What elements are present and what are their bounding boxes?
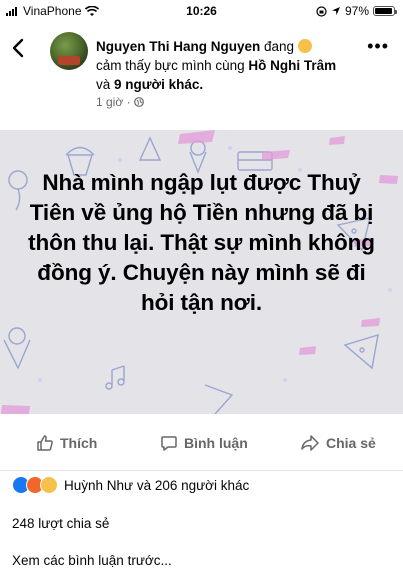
comment-icon xyxy=(161,436,177,451)
share-label: Chia sẻ xyxy=(326,435,376,451)
author-name[interactable]: Nguyen Thi Hang Nguyen xyxy=(96,39,260,54)
orientation-lock-icon xyxy=(316,5,327,17)
post-header-text: Nguyen Thi Hang Nguyen đang cảm thấy bực… xyxy=(96,37,366,94)
share-count[interactable]: 248 lượt chia sẻ xyxy=(12,516,109,531)
view-previous-comments[interactable]: Xem các bình luận trước... xyxy=(12,553,172,568)
tagged-person[interactable]: Hồ Nghi Trâm xyxy=(248,58,336,73)
status-bar: VinaPhone 10:26 97% xyxy=(0,0,403,22)
comment-label: Bình luận xyxy=(184,435,248,451)
tag-connector: và xyxy=(96,77,111,92)
post-meta: 1 giờ · xyxy=(96,95,144,109)
wow-reaction-icon xyxy=(40,476,58,494)
tagged-others[interactable]: 9 người khác. xyxy=(114,77,203,92)
feeling-text: cảm thấy bực mình cùng xyxy=(96,58,245,73)
battery-percent: 97% xyxy=(344,4,369,18)
back-chevron-icon[interactable] xyxy=(12,38,24,64)
status-right: 97% xyxy=(316,4,397,18)
like-button[interactable]: Thích xyxy=(36,434,97,452)
globe-icon xyxy=(134,97,144,107)
angry-face-icon xyxy=(297,39,312,53)
author-avatar[interactable] xyxy=(50,32,88,70)
like-label: Thích xyxy=(60,435,98,451)
location-icon xyxy=(331,7,340,15)
share-icon xyxy=(301,435,319,451)
reaction-count: Huỳnh Như và 206 người khác xyxy=(64,477,250,493)
share-button[interactable]: Chia sẻ xyxy=(300,434,376,452)
more-icon[interactable]: ••• xyxy=(367,36,389,57)
battery-icon xyxy=(373,6,397,16)
meta-separator: · xyxy=(126,95,131,109)
action-bar: Thích Bình luận Chia sẻ xyxy=(0,416,403,471)
reaction-summary[interactable]: Huỳnh Như và 206 người khác xyxy=(12,476,249,494)
post-time[interactable]: 1 giờ xyxy=(96,95,123,109)
like-icon xyxy=(37,435,53,451)
feeling-prefix: đang xyxy=(264,39,295,54)
post-text: Nhà mình ngập lụt được Thuỷ Tiên về ủng … xyxy=(28,170,375,315)
comment-button[interactable]: Bình luận xyxy=(160,434,248,452)
